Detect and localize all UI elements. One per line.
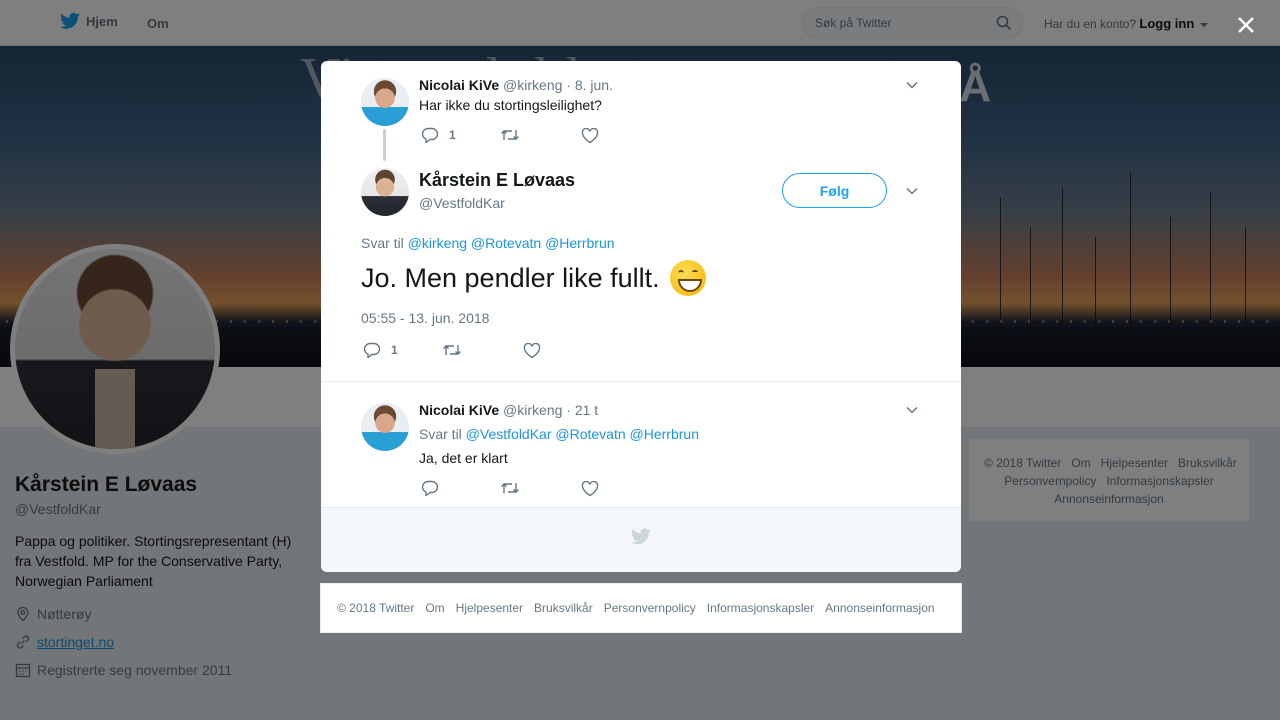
retweet-icon [443,345,461,355]
close-icon[interactable] [1230,9,1262,41]
main-tweet-author-name[interactable]: Kårstein E Løvaas [419,170,575,191]
main-tweet-text: Jo. Men pendler like fullt. [361,262,660,293]
like-button[interactable] [581,128,599,144]
avatar[interactable] [361,78,409,126]
follow-button[interactable]: Følg [782,173,887,208]
footer-link-about[interactable]: Om [425,601,444,615]
like-icon [523,343,541,359]
mention-link[interactable]: @Herrbrun [630,426,699,442]
modal-footer [321,507,961,572]
replying-to: Svar til @VestfoldKar @Rotevatn @Herrbru… [419,426,699,442]
reply-count: 1 [449,128,456,142]
reply-count: 1 [391,343,398,357]
divider [321,381,961,382]
retweet-icon [501,130,519,140]
author-handle[interactable]: @kirkeng [503,402,562,418]
grinning-face-emoji-icon [669,260,706,296]
reply-button[interactable]: 1 [363,342,398,358]
tweet-author[interactable]: Nicolai KiVe @kirkeng · 8. jun. [419,77,613,93]
reply-to-prefix: Svar til [361,235,404,251]
footer-copyright: © 2018 Twitter [337,601,415,615]
twitter-bird-icon [631,528,651,545]
mention-link[interactable]: @kirkeng [408,235,467,251]
chevron-down-icon[interactable] [905,78,919,92]
mention-link[interactable]: @VestfoldKar [466,426,552,442]
tweet-time[interactable]: · 8. jun. [566,77,613,93]
page-footer: © 2018 Twitter Om Hjelpesenter Bruksvilk… [320,583,962,633]
footer-link-help[interactable]: Hjelpesenter [456,601,523,615]
footer-link-cookies[interactable]: Informasjonskapsler [707,601,814,615]
like-button[interactable] [581,481,599,497]
footer-link-terms[interactable]: Bruksvilkår [534,601,593,615]
author-handle[interactable]: @kirkeng [503,77,562,93]
reply-button[interactable] [421,480,439,496]
reply-icon [421,480,439,496]
footer-link-privacy[interactable]: Personvernpolicy [604,601,696,615]
retweet-button[interactable] [500,128,520,142]
retweet-button[interactable] [500,481,520,495]
chevron-down-icon[interactable] [905,184,919,198]
avatar[interactable] [361,403,409,451]
author-name[interactable]: Nicolai KiVe [419,402,499,418]
tweet-permalink-modal: Nicolai KiVe @kirkeng · 8. jun. Har ikke… [321,61,961,572]
tweet-text: Har ikke du stortingsleilighet? [419,97,602,113]
reply-button[interactable]: 1 [421,127,456,143]
like-icon [581,128,599,144]
tweet-text: Ja, det er klart [419,450,508,466]
reply-to-prefix: Svar til [419,426,462,442]
mention-link[interactable]: @Rotevatn [555,426,625,442]
chevron-down-icon[interactable] [905,403,919,417]
avatar[interactable] [361,168,409,216]
like-icon [581,481,599,497]
mention-link[interactable]: @Herrbrun [545,235,614,251]
thread-connector [383,129,386,161]
author-name[interactable]: Nicolai KiVe [419,77,499,93]
retweet-button[interactable] [442,343,462,357]
footer-link-ads-info[interactable]: Annonseinformasjon [825,601,934,615]
tweet-author[interactable]: Nicolai KiVe @kirkeng · 21 t [419,402,598,418]
replying-to: Svar til @kirkeng @Rotevatn @Herrbrun [361,235,615,251]
mention-link[interactable]: @Rotevatn [471,235,541,251]
main-tweet-author-handle[interactable]: @VestfoldKar [419,195,505,211]
reply-icon [421,127,439,143]
reply-icon [363,342,381,358]
main-tweet-text-row: Jo. Men pendler like fullt. [361,260,706,296]
like-button[interactable] [523,343,541,359]
retweet-icon [501,483,519,493]
tweet-time[interactable]: · 21 t [566,402,598,418]
tweet-timestamp[interactable]: 05:55 - 13. jun. 2018 [361,310,489,326]
